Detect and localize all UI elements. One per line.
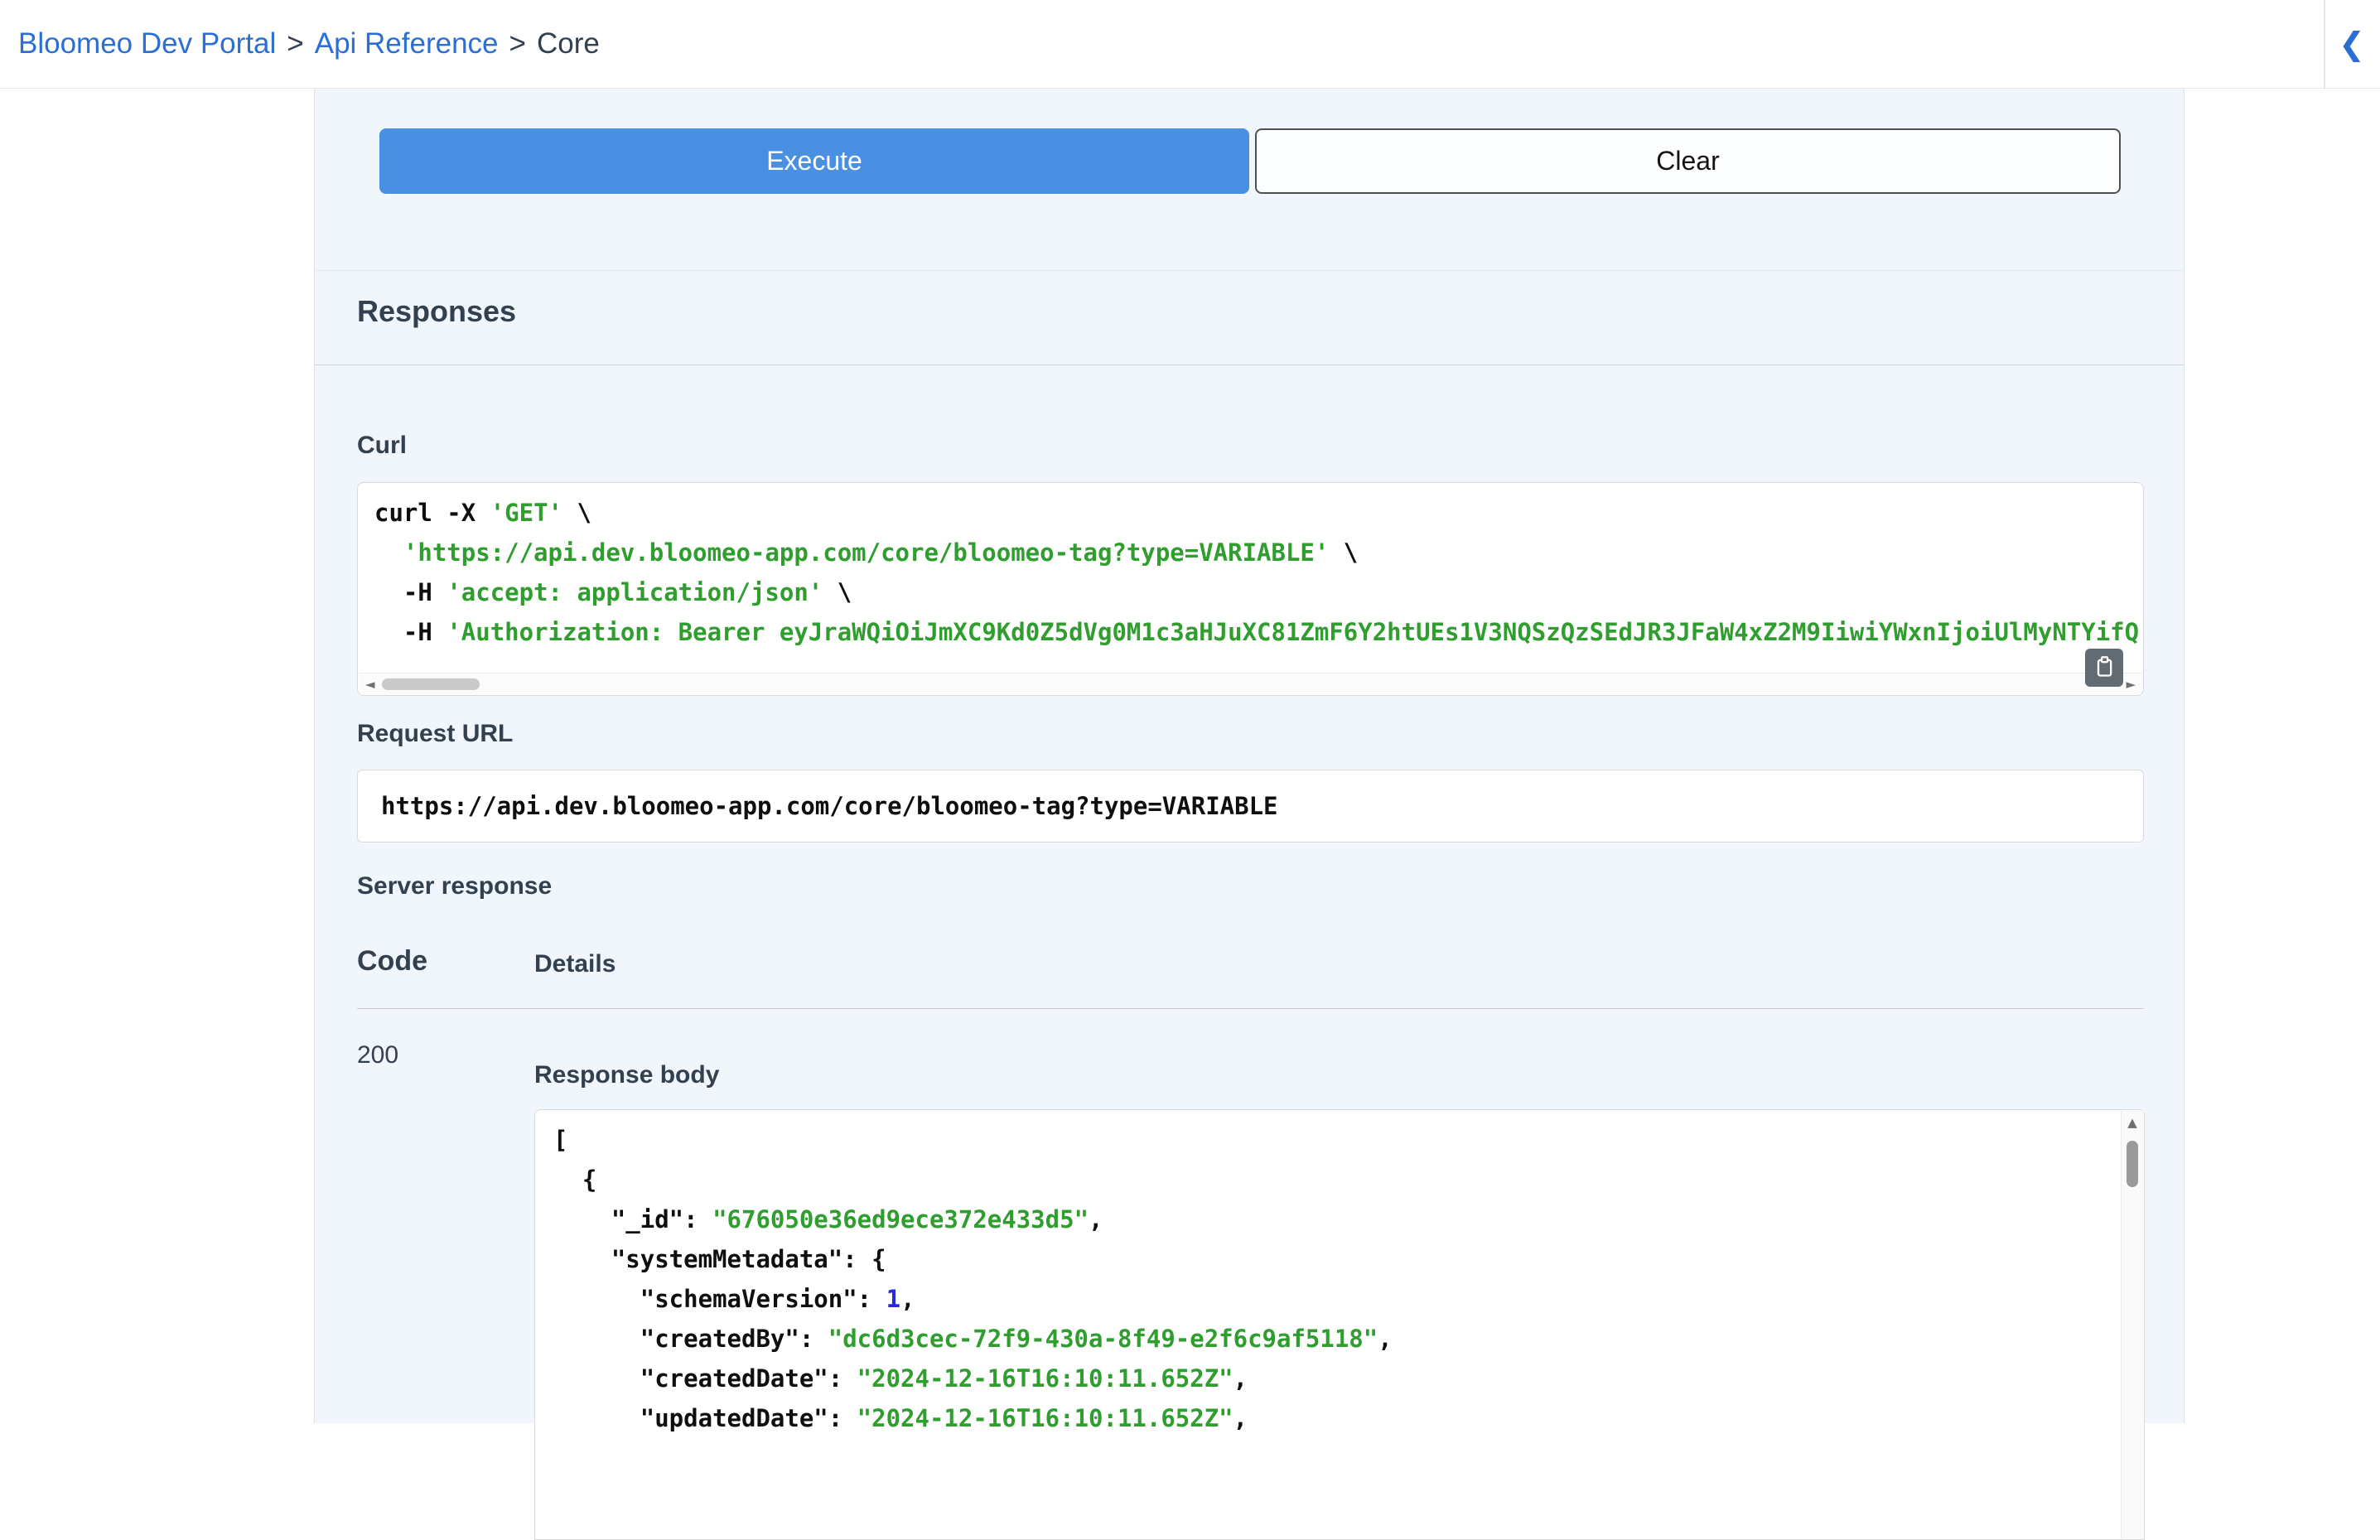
breadcrumb-separator: > xyxy=(287,27,303,60)
execute-button[interactable]: Execute xyxy=(379,128,1249,194)
response-status-code: 200 xyxy=(357,1041,398,1069)
curl-code-block: curl -X 'GET' \ 'https://api.dev.bloomeo… xyxy=(357,482,2144,696)
breadcrumb-link-api-reference[interactable]: Api Reference xyxy=(315,27,499,60)
responses-divider xyxy=(315,364,2184,365)
curl-label: Curl xyxy=(357,432,407,460)
operation-panel: Execute Clear Responses Curl curl -X 'GE… xyxy=(314,89,2184,1423)
response-vertical-scrollbar[interactable]: ▲ xyxy=(2121,1111,2143,1539)
curl-command: curl -X 'GET' \ 'https://api.dev.bloomeo… xyxy=(358,483,2143,672)
server-response-label: Server response xyxy=(357,872,552,900)
response-body-label: Response body xyxy=(534,1061,719,1089)
breadcrumb-separator: > xyxy=(509,27,526,60)
response-body-json: [ { "_id": "676050e36ed9ece372e433d5", "… xyxy=(535,1110,2144,1539)
details-column-header: Details xyxy=(534,950,616,978)
section-divider xyxy=(315,270,2184,271)
collapse-panel-button[interactable]: ❮ xyxy=(2325,28,2380,60)
breadcrumb-link-dev-portal[interactable]: Bloomeo Dev Portal xyxy=(18,27,276,60)
chevron-left-icon: ❮ xyxy=(2339,26,2365,62)
clear-button[interactable]: Clear xyxy=(1255,128,2121,194)
clipboard-icon xyxy=(2093,655,2116,681)
scroll-left-icon[interactable]: ◄ xyxy=(365,673,375,695)
table-header-divider xyxy=(357,1008,2144,1009)
breadcrumb-current-core: Core xyxy=(537,27,600,60)
vscroll-thumb[interactable] xyxy=(2127,1141,2138,1187)
curl-horizontal-scrollbar[interactable]: ◄ ► xyxy=(359,673,2142,694)
responses-section-title: Responses xyxy=(357,294,516,329)
scroll-right-icon[interactable]: ► xyxy=(2126,673,2136,695)
request-url-value: https://api.dev.bloomeo-app.com/core/blo… xyxy=(381,792,1278,820)
breadcrumb: Bloomeo Dev Portal > Api Reference > Cor… xyxy=(0,27,600,60)
code-column-header: Code xyxy=(357,945,427,978)
top-header: Bloomeo Dev Portal > Api Reference > Cor… xyxy=(0,0,2380,89)
request-url-box: https://api.dev.bloomeo-app.com/core/blo… xyxy=(357,770,2144,842)
scroll-up-icon[interactable]: ▲ xyxy=(2122,1115,2143,1130)
request-url-label: Request URL xyxy=(357,720,513,748)
response-body-block: [ { "_id": "676050e36ed9ece372e433d5", "… xyxy=(534,1109,2145,1540)
hscroll-thumb[interactable] xyxy=(382,678,480,690)
topbar-right: ❮ xyxy=(2324,0,2380,88)
try-out-actions: Execute Clear xyxy=(379,128,2121,194)
copy-curl-button[interactable] xyxy=(2085,649,2123,687)
